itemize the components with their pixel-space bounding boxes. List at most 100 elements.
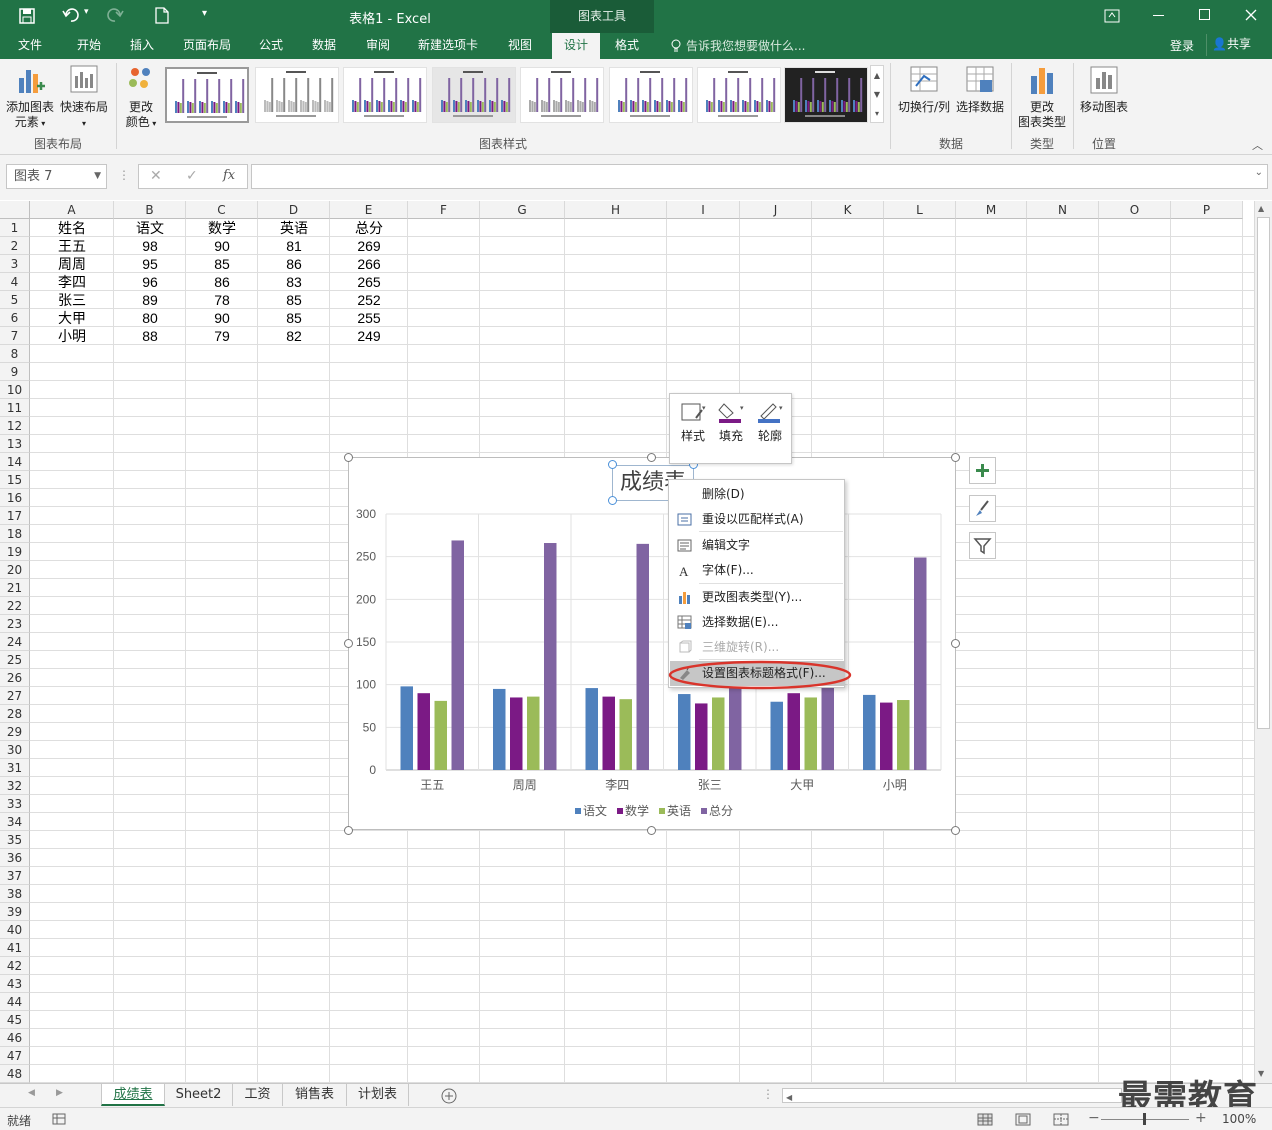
tab-formulas[interactable]: 公式 [250,33,292,59]
table-cell[interactable]: 李四 [30,273,114,291]
undo-dropdown-icon[interactable]: ▾ [84,7,89,17]
row-header[interactable]: 48 [0,1065,30,1083]
column-header[interactable]: A [30,201,114,219]
chart-object[interactable]: 0 50 100 150 200 250 300 王五 周周 李四 张三 大甲 小明 语文 数学 英语 总分 成… [348,457,956,830]
table-cell[interactable]: 85 [258,291,330,309]
bar-总分-李四[interactable] [636,543,650,770]
scroll-down-icon[interactable]: ▼ [1258,1069,1264,1078]
row-header[interactable]: 35 [0,831,30,849]
table-cell[interactable]: 78 [186,291,258,309]
table-cell[interactable]: 269 [330,237,408,255]
bar-语文-李四[interactable] [585,688,599,770]
resize-handle[interactable] [951,639,960,648]
close-icon[interactable] [1245,9,1257,21]
column-header[interactable]: O [1099,201,1171,219]
legend-label[interactable]: 总分 [709,804,733,818]
row-header[interactable]: 4 [0,273,30,291]
next-sheet-icon[interactable]: ▶ [56,1088,63,1098]
title-handle[interactable] [608,460,617,469]
tab-insert[interactable]: 插入 [121,33,163,59]
row-header[interactable]: 39 [0,903,30,921]
row-header[interactable]: 42 [0,957,30,975]
row-header[interactable]: 27 [0,687,30,705]
sheet-tab[interactable]: 工资 [233,1084,283,1106]
table-cell[interactable]: 83 [258,273,330,291]
bar-英语-小明[interactable] [897,700,910,770]
column-header[interactable]: P [1171,201,1243,219]
tab-split-grip-icon[interactable]: ⋮ [762,1087,774,1101]
legend-label[interactable]: 数学 [625,803,649,818]
legend-label[interactable]: 语文 [583,803,607,818]
column-header[interactable]: I [667,201,740,219]
page-break-view-icon[interactable] [1053,1113,1069,1126]
row-header[interactable]: 24 [0,633,30,651]
sheet-tab[interactable]: 计划表 [347,1084,409,1106]
page-layout-view-icon[interactable] [1015,1113,1031,1126]
login-link[interactable]: 登录 [1170,37,1194,54]
row-header[interactable]: 44 [0,993,30,1011]
more-styles-icon[interactable]: ▾ [871,104,883,123]
chart-filters-button[interactable] [969,532,996,559]
customize-qat-icon[interactable]: ▾ [202,8,207,19]
row-header[interactable]: 31 [0,759,30,777]
column-header[interactable]: E [330,201,408,219]
column-header[interactable]: B [114,201,186,219]
table-cell[interactable]: 90 [186,237,258,255]
bar-英语-张三[interactable] [712,697,725,770]
row-header[interactable]: 46 [0,1029,30,1047]
context-menu-item[interactable]: 编辑文字 [670,533,844,558]
macro-record-icon[interactable] [52,1113,66,1125]
table-cell[interactable]: 266 [330,255,408,273]
context-menu-item[interactable]: 删除(D) [670,482,844,507]
table-cell[interactable]: 90 [186,309,258,327]
chart-style-option[interactable] [609,67,693,123]
bar-英语-王五[interactable] [434,700,448,770]
table-cell[interactable]: 96 [114,273,186,291]
move-chart-button[interactable]: 移动图表 [1076,64,1132,115]
row-header[interactable]: 18 [0,525,30,543]
tab-home[interactable]: 开始 [68,33,110,59]
bar-数学-小明[interactable] [880,702,893,770]
column-header[interactable]: L [884,201,956,219]
row-header[interactable]: 14 [0,453,30,471]
column-header[interactable]: F [408,201,480,219]
scroll-thumb[interactable] [1257,217,1270,729]
row-header[interactable]: 47 [0,1047,30,1065]
tab-review[interactable]: 审阅 [357,33,399,59]
row-header[interactable]: 28 [0,705,30,723]
table-cell[interactable]: 89 [114,291,186,309]
column-header[interactable]: H [565,201,667,219]
tab-view[interactable]: 视图 [499,33,541,59]
row-header[interactable]: 12 [0,417,30,435]
row-header[interactable]: 22 [0,597,30,615]
chart-style-option[interactable] [343,67,427,123]
table-cell[interactable]: 85 [186,255,258,273]
column-header[interactable]: M [956,201,1027,219]
ribbon-display-options-icon[interactable] [1104,9,1120,23]
minimize-icon[interactable] [1153,15,1164,16]
row-header[interactable]: 43 [0,975,30,993]
new-file-icon[interactable] [155,7,169,24]
sheet-tab[interactable]: Sheet2 [165,1084,233,1106]
table-cell[interactable]: 85 [258,309,330,327]
table-cell[interactable]: 王五 [30,237,114,255]
resize-handle[interactable] [344,453,353,462]
chevron-down-icon[interactable]: ▼ [871,85,883,104]
row-header[interactable]: 15 [0,471,30,489]
bar-总分-王五[interactable] [451,540,465,770]
row-header[interactable]: 2 [0,237,30,255]
table-cell[interactable]: 79 [186,327,258,345]
bar-数学-大甲[interactable] [787,693,801,770]
context-menu-item[interactable]: 选择数据(E)... [670,610,844,635]
table-cell[interactable]: 周周 [30,255,114,273]
table-cell[interactable]: 249 [330,327,408,345]
chart-style-option[interactable] [784,67,868,123]
row-header[interactable]: 20 [0,561,30,579]
row-header[interactable]: 29 [0,723,30,741]
switch-row-column-button[interactable]: 切换行/列 [895,64,953,115]
row-header[interactable]: 34 [0,813,30,831]
row-header[interactable]: 41 [0,939,30,957]
row-header[interactable]: 23 [0,615,30,633]
outline-button[interactable]: ▾ 轮廓 [753,400,787,444]
row-header[interactable]: 10 [0,381,30,399]
